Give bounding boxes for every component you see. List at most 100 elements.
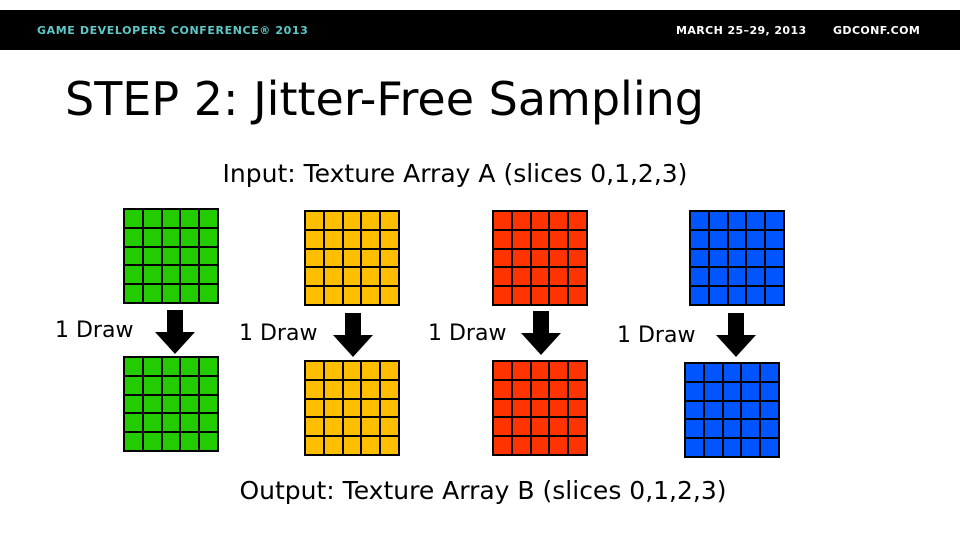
grid-cell — [380, 417, 399, 437]
grid-cell — [727, 248, 747, 268]
grid-cell — [765, 229, 784, 249]
down-arrow-icon — [333, 313, 373, 357]
grid-cell — [199, 357, 218, 376]
grid-cell — [765, 267, 784, 287]
grid-cell — [511, 286, 531, 305]
grid-cell — [180, 246, 200, 266]
grid-cell — [530, 248, 550, 268]
grid-cell — [161, 246, 181, 266]
grid-cell — [685, 400, 704, 420]
grid-cell — [746, 267, 766, 287]
grid-cell — [530, 379, 550, 399]
input-slice-2-grid — [492, 210, 588, 306]
grid-cell — [342, 379, 362, 399]
output-slice-0-grid — [123, 356, 219, 452]
grid-cell — [530, 229, 550, 249]
grid-cell — [746, 248, 766, 268]
grid-cell — [124, 209, 143, 228]
grid-cell — [380, 267, 399, 287]
grid-cell — [323, 361, 343, 380]
grid-cell — [493, 248, 512, 268]
grid-cell — [760, 419, 779, 439]
grid-cell — [511, 248, 531, 268]
grid-cell — [180, 394, 200, 414]
grid-cell — [142, 227, 162, 247]
input-slice-0-grid — [123, 208, 219, 304]
grid-cell — [305, 398, 324, 418]
grid-cell — [124, 375, 143, 395]
grid-cell — [703, 363, 723, 382]
grid-cell — [568, 248, 587, 268]
grid-cell — [305, 379, 324, 399]
grid-cell — [323, 267, 343, 287]
grid-cell — [746, 229, 766, 249]
grid-cell — [530, 398, 550, 418]
grid-cell — [305, 229, 324, 249]
grid-cell — [199, 375, 218, 395]
grid-cell — [305, 248, 324, 268]
grid-cell — [161, 413, 181, 433]
grid-cell — [690, 267, 709, 287]
grid-cell — [708, 286, 728, 305]
grid-cell — [305, 211, 324, 230]
grid-cell — [199, 209, 218, 228]
grid-cell — [511, 417, 531, 437]
grid-cell — [511, 398, 531, 418]
grid-cell — [685, 438, 704, 457]
grid-cell — [199, 227, 218, 247]
grid-cell — [199, 432, 218, 451]
grid-cell — [142, 265, 162, 285]
grid-cell — [568, 211, 587, 230]
grid-cell — [727, 211, 747, 230]
grid-cell — [124, 284, 143, 303]
grid-cell — [511, 229, 531, 249]
grid-cell — [180, 209, 200, 228]
draw-label-2: 1 Draw — [428, 321, 507, 346]
grid-cell — [342, 398, 362, 418]
grid-cell — [727, 229, 747, 249]
grid-cell — [722, 419, 742, 439]
grid-cell — [199, 246, 218, 266]
grid-cell — [342, 229, 362, 249]
grid-cell — [549, 229, 569, 249]
output-caption: Output: Texture Array B (slices 0,1,2,3) — [239, 476, 727, 505]
grid-cell — [511, 267, 531, 287]
grid-cell — [199, 394, 218, 414]
grid-cell — [549, 436, 569, 455]
grid-cell — [568, 436, 587, 455]
grid-cell — [530, 417, 550, 437]
grid-cell — [741, 400, 761, 420]
input-slice-1-grid — [304, 210, 400, 306]
grid-cell — [180, 227, 200, 247]
grid-cell — [568, 229, 587, 249]
grid-cell — [722, 438, 742, 457]
grid-cell — [161, 432, 181, 451]
grid-cell — [703, 381, 723, 401]
grid-cell — [361, 417, 381, 437]
down-arrow-icon — [716, 313, 756, 357]
grid-cell — [142, 209, 162, 228]
grid-cell — [530, 361, 550, 380]
grid-cell — [380, 248, 399, 268]
grid-cell — [380, 211, 399, 230]
grid-cell — [568, 417, 587, 437]
grid-cell — [323, 248, 343, 268]
grid-cell — [342, 267, 362, 287]
grid-cell — [305, 436, 324, 455]
grid-cell — [708, 248, 728, 268]
grid-cell — [361, 211, 381, 230]
grid-cell — [493, 229, 512, 249]
grid-cell — [380, 379, 399, 399]
grid-cell — [323, 211, 343, 230]
grid-cell — [708, 229, 728, 249]
grid-cell — [323, 417, 343, 437]
grid-cell — [380, 436, 399, 455]
grid-cell — [493, 398, 512, 418]
grid-cell — [142, 394, 162, 414]
grid-cell — [323, 286, 343, 305]
grid-cell — [741, 419, 761, 439]
grid-cell — [530, 286, 550, 305]
grid-cell — [161, 227, 181, 247]
grid-cell — [124, 432, 143, 451]
grid-cell — [305, 361, 324, 380]
